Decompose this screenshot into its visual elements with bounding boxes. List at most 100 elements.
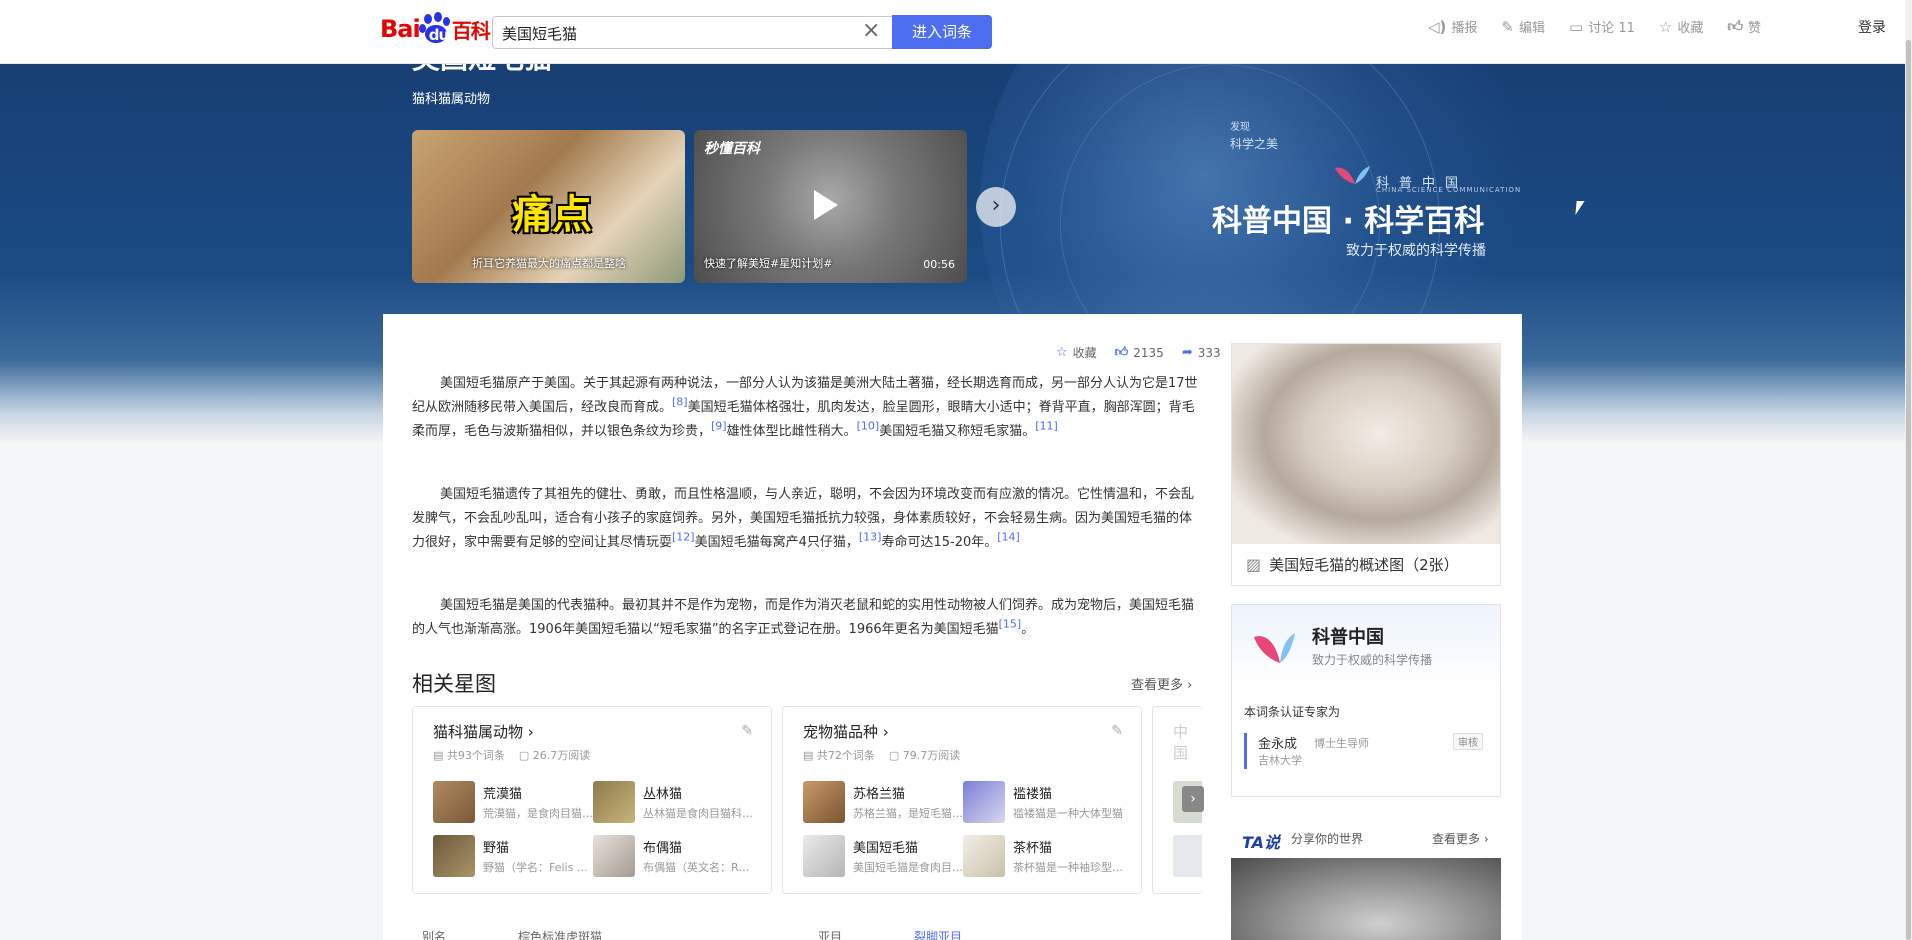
expert-title: 博士生导师 [1314, 737, 1369, 750]
album-caption[interactable]: ▨ 美国短毛猫的概述图（2张） [1246, 554, 1459, 575]
item-desc: 褴褛猫是一种大体型猫 [1013, 807, 1123, 820]
page-scrollbar[interactable] [1905, 0, 1912, 940]
item-title: 荒漠猫 [483, 787, 523, 802]
list-item[interactable]: 荒漠猫 荒漠猫，是食肉目猫科猫属动物 [433, 781, 593, 825]
list-item[interactable]: 苏格兰猫 苏格兰猫，是短毛猫品种 [803, 781, 963, 825]
list-item[interactable]: 野猫 野猫（学名：Felis silvestris） [433, 835, 593, 879]
entry-actions: ☆ 收藏 👍︎ 2135 ➦ 333 [1056, 344, 1221, 361]
item-title: 褴褛猫 [1013, 787, 1053, 802]
list-item[interactable]: 丛林猫 丛林猫是食肉目猫科猫属动物 [593, 781, 753, 825]
video-caption: 折耳它养猫最大的痛点都是整啥 [472, 257, 626, 270]
video-overlay-text: 痛点 [512, 192, 592, 238]
collect-button[interactable]: ☆ 收藏 [1659, 17, 1703, 37]
reference-link[interactable]: [8] [672, 396, 688, 409]
top-bar: Bai du 百科 美国短毛猫 × 进入词条 ◁) 播报 ✎ 编辑 ▭ 讨论 11 ☆… [0, 0, 1905, 64]
edit-icon[interactable]: ✎ [1111, 723, 1123, 739]
item-thumbnail [433, 781, 475, 823]
related-section-title: 相关星图 [412, 672, 496, 696]
item-thumbnail [803, 781, 845, 823]
reference-link[interactable]: [15] [999, 618, 1022, 631]
related-map-card[interactable]: 猫科猫属动物 › ✎ ▤ 共93个词条 ▢ 26.7万阅读 荒漠猫 荒漠猫，是食… [412, 706, 772, 894]
read-count: ▢ 26.7万阅读 [518, 749, 591, 762]
info-key: 别名 [422, 930, 447, 940]
kepu-name: 科普中国 [1312, 627, 1384, 648]
edit-button[interactable]: ✎ 编辑 [1501, 17, 1546, 37]
chevron-right-icon[interactable]: › [1182, 786, 1204, 812]
related-map-card[interactable]: 宠物猫品种 › ✎ ▤ 共72个词条 ▢ 79.7万阅读 苏格兰猫 苏格兰猫，是… [782, 706, 1142, 894]
item-title: 丛林猫 [643, 787, 683, 802]
para-text: 寿命可达15-20年。 [881, 535, 998, 550]
info-value-link[interactable]: 裂脚亚目 [914, 928, 962, 940]
related-card-heading[interactable]: 猫科猫属动物 › [433, 721, 534, 742]
logo-text-baike: 百科 [451, 18, 491, 43]
summary-paragraph-1: 美国短毛猫原产于美国。关于其起源有两种说法，一部分人认为该猫是美洲大陆土著猫，经… [412, 372, 1200, 444]
edit-label: 编辑 [1519, 21, 1546, 36]
broadcast-button[interactable]: ◁) 播报 [1428, 17, 1478, 37]
item-thumbnail [593, 835, 635, 877]
list-item[interactable]: 褴褛猫 褴褛猫是一种大体型猫 [963, 781, 1123, 825]
ta-says-title: TA说 [1242, 833, 1281, 852]
discuss-label: 讨论 11 [1588, 21, 1635, 36]
baidu-baike-logo[interactable]: Bai du 百科 [380, 11, 491, 47]
share-action[interactable]: ➦ 333 [1182, 344, 1221, 361]
reference-link[interactable]: [12] [672, 531, 695, 544]
album-image[interactable] [1232, 344, 1500, 544]
related-card-meta: ▤ 共72个词条 ▢ 79.7万阅读 [803, 747, 960, 763]
review-badge: 审核 [1453, 733, 1483, 750]
share-icon: ➦ [1181, 345, 1193, 360]
scrollbar-thumb[interactable] [1906, 40, 1911, 940]
item-title: 布偶猫 [643, 841, 683, 856]
kepu-discover: 发现 [1230, 122, 1250, 133]
kepu-slogan: 致力于权威的科学传播 [1346, 243, 1486, 259]
reference-link[interactable]: [13] [859, 531, 882, 544]
reference-link[interactable]: [10] [857, 420, 880, 433]
discuss-button[interactable]: ▭ 讨论 11 [1569, 17, 1635, 37]
edit-icon[interactable]: ✎ [741, 723, 753, 739]
play-icon[interactable] [814, 190, 838, 220]
search-input[interactable]: 美国短毛猫 [492, 16, 892, 49]
ta-says-image[interactable] [1231, 858, 1501, 940]
see-more-label: 查看更多 [1131, 678, 1184, 693]
list-item[interactable]: 茶杯猫 茶杯猫是一种袖珍型的猫 [963, 835, 1123, 879]
related-see-more-link[interactable]: 查看更多 › [1131, 674, 1192, 693]
like-action[interactable]: 👍︎ 2135 [1115, 344, 1164, 361]
chevron-right-icon[interactable]: › [976, 187, 1016, 227]
kepu-slogan: 致力于权威的科学传播 [1312, 653, 1433, 667]
logo-text-bai: Bai [380, 15, 421, 43]
heading-text: 宠物猫品种 [803, 723, 879, 741]
clear-icon[interactable]: × [862, 20, 880, 42]
like-count: 2135 [1133, 345, 1164, 360]
video-brand: 秒懂百科 [704, 141, 760, 157]
edit-icon: ✎ [1501, 17, 1514, 36]
item-thumbnail [963, 835, 1005, 877]
list-item[interactable]: 美国短毛猫 美国短毛猫是食肉目猫科 [803, 835, 963, 879]
entry-subtitle: 猫科猫属动物 [412, 92, 491, 107]
enter-entry-button[interactable]: 进入词条 [892, 15, 992, 49]
reference-link[interactable]: [14] [997, 531, 1020, 544]
login-link[interactable]: 登录 [1858, 17, 1886, 37]
expert-name[interactable]: 金永成 [1258, 733, 1297, 752]
list-item[interactable]: 布偶猫 布偶猫（英文名：Ragdoll） [593, 835, 753, 879]
item-title: 野猫 [483, 841, 510, 856]
related-card-heading[interactable]: 中国 [1173, 721, 1202, 763]
info-value: 棕色标准虎斑猫 [518, 930, 603, 940]
broadcast-label: 播报 [1451, 21, 1478, 36]
video-duration: 00:56 [923, 258, 955, 271]
video-card-2[interactable]: 秒懂百科 快速了解美短#星知计划# 00:56 [694, 130, 967, 283]
like-button[interactable]: 👍︎ 赞 [1727, 17, 1761, 36]
reference-link[interactable]: [11] [1035, 420, 1058, 433]
item-desc: 苏格兰猫，是短毛猫品种 [853, 807, 963, 820]
collect-action[interactable]: ☆ 收藏 [1056, 344, 1097, 361]
related-card-heading[interactable]: 宠物猫品种 › [803, 721, 889, 742]
summary-paragraph-3: 美国短毛猫是美国的代表猫种。最初其并不是作为宠物，而是作为消灭老鼠和蛇的实用性动… [412, 594, 1200, 642]
item-title: 茶杯猫 [1013, 841, 1053, 856]
mouse-cursor-icon [1575, 201, 1585, 215]
overview-album[interactable]: ▨ 美国短毛猫的概述图（2张） [1231, 343, 1501, 586]
reference-link[interactable]: [9] [711, 420, 727, 433]
ta-see-more-link[interactable]: 查看更多 › [1432, 830, 1489, 847]
read-count: ▢ 79.7万阅读 [888, 749, 961, 762]
kepu-auth-box: 科普中国 致力于权威的科学传播 本词条认证专家为 金永成 博士生导师 审核 吉林… [1231, 604, 1501, 797]
item-thumbnail [1173, 835, 1202, 877]
video-card-1[interactable]: 痛点 折耳它养猫最大的痛点都是整啥 [412, 130, 685, 283]
item-thumbnail [803, 835, 845, 877]
